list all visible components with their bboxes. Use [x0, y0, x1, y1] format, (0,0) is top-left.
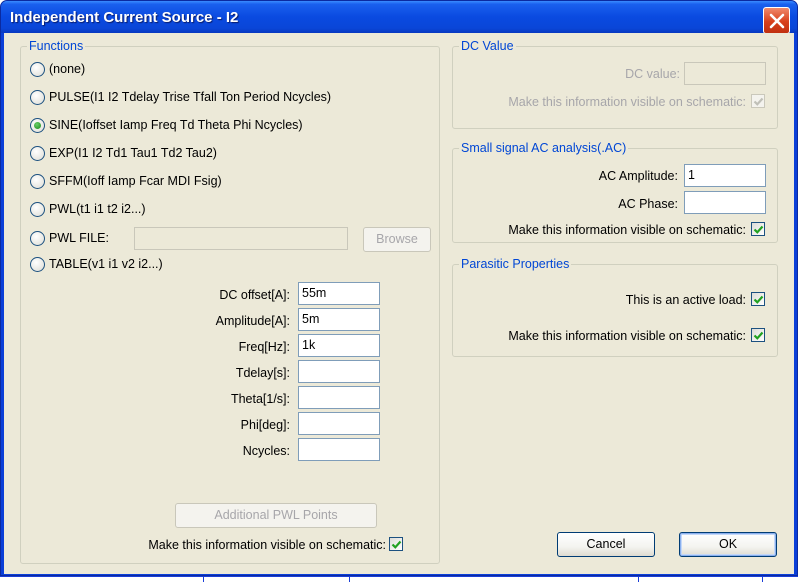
param-label-dc-offset: DC offset[A]: [219, 288, 290, 302]
parasitic-visible-label: Make this information visible on schemat… [508, 329, 746, 343]
radio-pwl-file[interactable]: PWL FILE: [30, 229, 109, 247]
close-icon [769, 13, 785, 29]
param-label-amplitude: Amplitude[A]: [215, 314, 290, 328]
ac-visible-checkbox[interactable] [751, 222, 765, 236]
radio-button[interactable] [30, 145, 45, 161]
schematic-border-bottom [0, 576, 798, 577]
checkmark-icon [753, 225, 764, 234]
ac-amplitude-label: AC Amplitude: [598, 169, 678, 183]
ok-button[interactable]: OK [679, 532, 777, 557]
schematic-grid-line [762, 576, 763, 582]
radio-pwl[interactable]: PWL(t1 i1 t2 i2...) [30, 200, 146, 218]
phi-input[interactable] [298, 412, 380, 435]
radio-label: PWL FILE: [49, 231, 109, 245]
radio-label: TABLE(v1 i1 v2 i2...) [49, 257, 163, 271]
dc-value-input[interactable] [684, 62, 766, 85]
ac-phase-input[interactable] [684, 191, 766, 214]
functions-legend: Functions [29, 39, 84, 53]
radio-label: SINE(Ioffset Iamp Freq Td Theta Phi Ncyc… [49, 118, 303, 132]
ac-phase-label: AC Phase: [618, 197, 678, 211]
radio-label: PWL(t1 i1 t2 i2...) [49, 202, 146, 216]
checkmark-icon [753, 331, 764, 340]
radio-button[interactable] [30, 256, 45, 272]
radio-table[interactable]: TABLE(v1 i1 v2 i2...) [30, 255, 163, 273]
radio-button[interactable] [30, 201, 45, 217]
radio-sine[interactable]: SINE(Ioffset Iamp Freq Td Theta Phi Ncyc… [30, 116, 303, 134]
ac-analysis-legend: Small signal AC analysis(.AC) [461, 141, 627, 155]
ac-visible-label: Make this information visible on schemat… [508, 223, 746, 237]
schematic-grid-line [203, 576, 204, 582]
ac-amplitude-input[interactable]: 1 [684, 164, 766, 187]
amplitude-input[interactable]: 5m [298, 308, 380, 331]
theta-input[interactable] [298, 386, 380, 409]
radio-exp[interactable]: EXP(I1 I2 Td1 Tau1 Td2 Tau2) [30, 144, 217, 162]
dialog-body: Functions (none) PULSE(I1 I2 Tdelay Tris… [4, 33, 794, 574]
param-label-theta: Theta[1/s]: [230, 392, 290, 406]
tdelay-input[interactable] [298, 360, 380, 383]
functions-visible-checkbox[interactable] [389, 537, 403, 551]
dc-visible-checkbox[interactable] [751, 94, 765, 108]
checkmark-icon [391, 540, 402, 549]
radio-sffm[interactable]: SFFM(Ioff Iamp Fcar MDI Fsig) [30, 172, 222, 190]
dc-visible-label: Make this information visible on schemat… [508, 95, 746, 109]
param-label-tdelay: Tdelay[s]: [235, 366, 290, 380]
dialog-window: Independent Current Source - I2 Function… [0, 0, 798, 576]
active-load-label: This is an active load: [625, 293, 746, 307]
radio-button[interactable] [30, 61, 45, 77]
radio-label: PULSE(I1 I2 Tdelay Trise Tfall Ton Perio… [49, 90, 332, 104]
param-label-freq: Freq[Hz]: [238, 340, 290, 354]
radio-button[interactable] [30, 89, 45, 105]
functions-visible-label: Make this information visible on schemat… [148, 538, 386, 552]
radio-label: EXP(I1 I2 Td1 Tau1 Td2 Tau2) [49, 146, 217, 160]
radio-button[interactable] [30, 173, 45, 189]
close-button[interactable] [763, 7, 790, 34]
active-load-checkbox[interactable] [751, 292, 765, 306]
checkmark-icon [753, 97, 764, 106]
dc-offset-input[interactable]: 55m [298, 282, 380, 305]
dc-value-legend: DC Value [461, 39, 514, 53]
additional-pwl-button[interactable]: Additional PWL Points [175, 503, 377, 528]
param-label-ncycles: Ncycles: [242, 444, 290, 458]
radio-label: (none) [49, 62, 86, 76]
cancel-button[interactable]: Cancel [557, 532, 655, 557]
radio-label: SFFM(Ioff Iamp Fcar MDI Fsig) [49, 174, 222, 188]
freq-input[interactable]: 1k [298, 334, 380, 357]
parasitic-visible-checkbox[interactable] [751, 328, 765, 342]
radio-button-selected[interactable] [30, 117, 45, 133]
title-bar[interactable]: Independent Current Source - I2 [1, 1, 797, 34]
schematic-grid-line [349, 576, 350, 582]
ncycles-input[interactable] [298, 438, 380, 461]
dc-value-label: DC value: [625, 67, 680, 81]
pwl-file-input[interactable] [134, 227, 348, 250]
param-label-phi: Phi[deg]: [240, 418, 290, 432]
schematic-grid-line [638, 576, 639, 582]
window-title: Independent Current Source - I2 [10, 9, 239, 26]
checkmark-icon [753, 295, 764, 304]
radio-none[interactable]: (none) [30, 60, 85, 78]
parasitic-legend: Parasitic Properties [461, 257, 570, 271]
radio-button[interactable] [30, 230, 45, 246]
radio-pulse[interactable]: PULSE(I1 I2 Tdelay Trise Tfall Ton Perio… [30, 88, 331, 106]
browse-button[interactable]: Browse [363, 227, 431, 252]
